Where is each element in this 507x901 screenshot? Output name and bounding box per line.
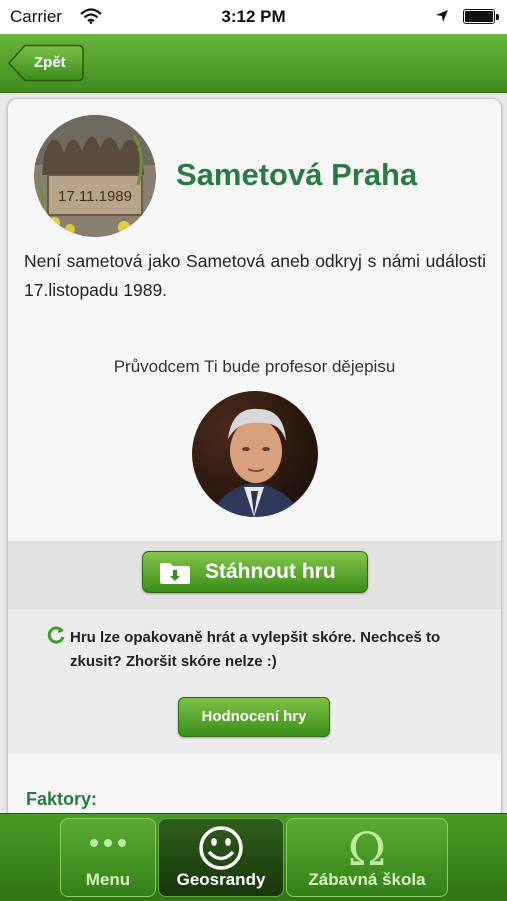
tab-menu[interactable]: Menu [60, 818, 156, 897]
omega-icon: Ω [287, 822, 447, 876]
tab-zabavna-skola-label: Zábavná škola [308, 870, 426, 889]
refresh-icon [46, 625, 66, 650]
svg-text:Ω: Ω [348, 825, 386, 871]
download-folder-icon [159, 561, 191, 590]
game-title: Sametová Praha [176, 157, 418, 192]
tab-bar: Menu Geosrandy Ω Zábavná škola [0, 813, 507, 901]
status-bar: Carrier 3:12 PM [0, 0, 507, 34]
guide-label: Průvodcem Ti bude profesor dějepisu [113, 357, 396, 376]
tab-geosrandy[interactable]: Geosrandy [158, 818, 284, 897]
guide-portrait [192, 391, 318, 517]
download-game-button[interactable]: Stáhnout hru [142, 551, 368, 593]
game-detail-card: 17.11.1989 Sametová Praha Není sametová … [7, 98, 502, 820]
back-button-label: Zpět [34, 54, 66, 71]
dots-icon [61, 825, 155, 866]
plaque-text: 17.11.1989 [58, 188, 132, 205]
game-description: Není sametová jako Sametová aneb odkryj … [24, 251, 486, 300]
back-button[interactable]: Zpět [8, 44, 84, 82]
smiley-icon [159, 825, 283, 876]
factors-heading: Faktory: [26, 789, 98, 809]
tab-zabavna-skola[interactable]: Ω Zábavná škola [286, 818, 448, 897]
navigation-bar: Zpět [0, 34, 507, 93]
location-arrow-icon [435, 8, 449, 28]
rate-game-button[interactable]: Hodnocení hry [178, 697, 330, 737]
game-image: 17.11.1989 [34, 115, 156, 237]
clock: 3:12 PM [221, 7, 286, 26]
replay-info-text: Hru lze opakovaně hrát a vylepšit skóre.… [70, 629, 441, 670]
battery-icon [463, 9, 499, 24]
tab-menu-label: Menu [85, 870, 131, 889]
download-game-label: Stáhnout hru [205, 560, 336, 583]
tab-geosrandy-label: Geosrandy [176, 870, 266, 889]
